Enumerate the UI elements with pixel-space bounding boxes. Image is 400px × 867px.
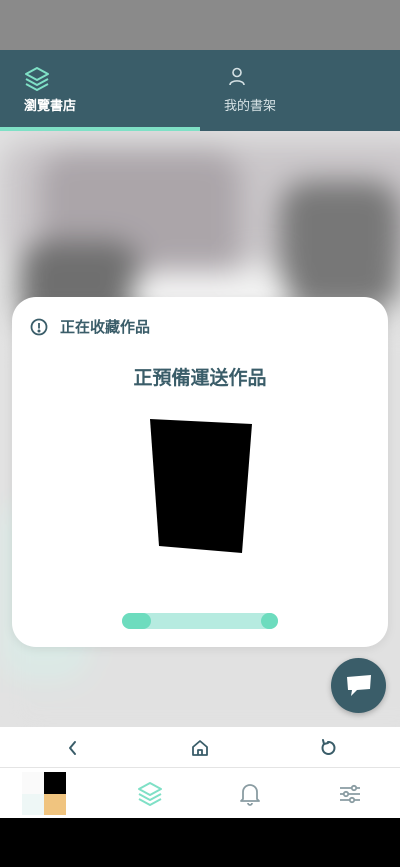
progress-fill xyxy=(122,613,151,629)
status-bar xyxy=(0,0,400,50)
tab-my-bookshelf-label: 我的書架 xyxy=(224,99,277,114)
reload-icon[interactable] xyxy=(317,737,339,759)
chevron-left-icon[interactable] xyxy=(62,737,84,759)
layers-icon xyxy=(25,67,49,91)
sliders-icon[interactable] xyxy=(337,781,363,807)
tab-browse-store[interactable]: 瀏覽書店 xyxy=(0,50,200,131)
chat-button[interactable] xyxy=(331,658,386,713)
user-icon xyxy=(229,67,245,86)
home-icon[interactable] xyxy=(189,737,211,759)
book-thumbnail[interactable] xyxy=(22,772,66,815)
collect-dialog: 正在收藏作品 正預備運送作品 xyxy=(12,297,388,647)
system-bottom-area xyxy=(0,818,400,867)
chat-icon xyxy=(347,675,371,696)
book-cover-image xyxy=(150,419,252,553)
browser-navigation-bar xyxy=(0,727,400,768)
dialog-title: 正預備運送作品 xyxy=(133,367,267,389)
top-tab-bar: 瀏覽書店 我的書架 xyxy=(0,50,400,131)
tab-my-bookshelf[interactable]: 我的書架 xyxy=(200,50,400,131)
dialog-header-text: 正在收藏作品 xyxy=(60,318,151,336)
progress-end-cap xyxy=(261,613,278,629)
bell-icon[interactable] xyxy=(237,781,263,807)
layers-icon[interactable] xyxy=(137,781,163,807)
info-icon xyxy=(30,318,48,336)
bottom-navigation-bar xyxy=(0,768,400,818)
tab-browse-store-label: 瀏覽書店 xyxy=(24,99,77,114)
